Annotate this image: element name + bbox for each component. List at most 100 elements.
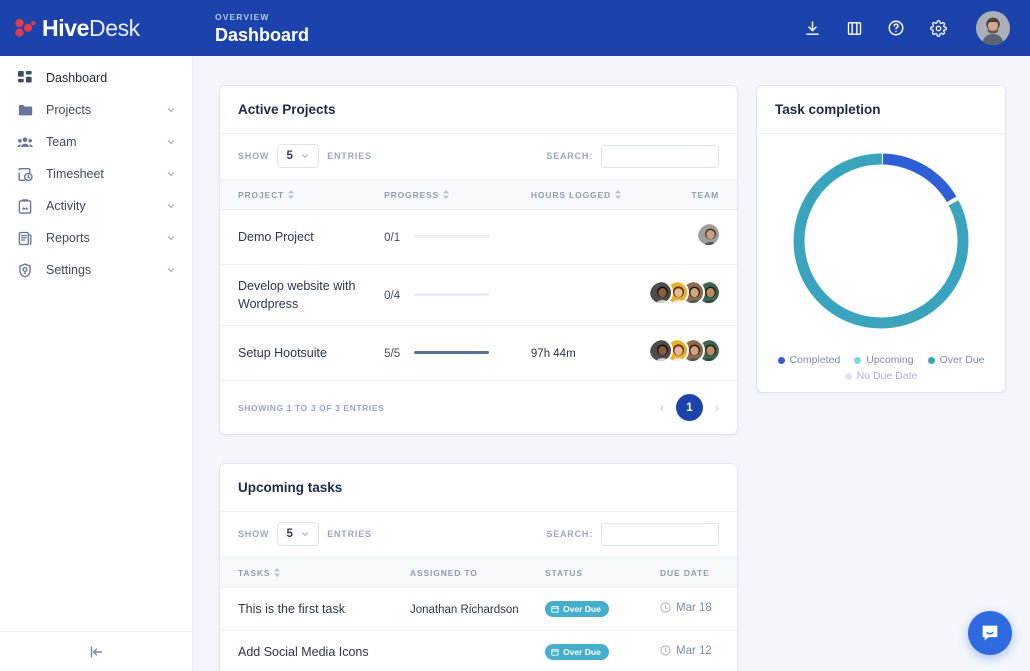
table-row[interactable]: Develop website with Wordpress 0/4 — [220, 264, 737, 326]
sidebar-item-dashboard[interactable]: Dashboard — [0, 62, 192, 94]
sidebar-item-team[interactable]: Team — [0, 126, 192, 158]
team-avatars[interactable] — [648, 209, 737, 265]
sidebar-item-label: Team — [46, 135, 77, 149]
col-hours-logged[interactable]: HOURS LOGGED — [530, 179, 648, 210]
search-input[interactable] — [601, 144, 719, 168]
team-avatars[interactable] — [648, 325, 737, 381]
donut-chart — [757, 134, 1005, 346]
main-content: Active Projects SHOW 5 ENTRIES SEARCH: P… — [193, 56, 1030, 671]
col-tasks[interactable]: TASKS — [220, 557, 410, 588]
entries-summary: SHOWING 1 TO 3 OF 3 ENTRIES — [238, 402, 385, 413]
table-head: TASKS ASSIGNED TO STATUS DUE DATE — [220, 557, 737, 588]
active-projects-toolbar: SHOW 5 ENTRIES SEARCH: — [220, 134, 737, 179]
page-title: Dashboard — [215, 24, 310, 45]
table-header-row: PROJECT PROGRESS HOURS LOGGED TEAM — [220, 179, 737, 210]
col-label: STATUS — [545, 567, 583, 578]
legend-item-no-due-date[interactable]: No Due Date — [771, 370, 991, 382]
progress-fraction: 0/1 — [384, 232, 401, 244]
sidebar-item-timesheet[interactable]: Timesheet — [0, 158, 192, 190]
clock-card-icon — [16, 167, 34, 182]
table-row[interactable]: Setup Hootsuite 5/5 97h 44m — [220, 325, 737, 381]
sidebar-item-activity[interactable]: Activity — [0, 190, 192, 222]
active-projects-header: Active Projects — [220, 86, 737, 134]
sidebar-item-projects[interactable]: Projects — [0, 94, 192, 126]
chat-launcher-button[interactable] — [968, 611, 1012, 655]
hive-dots-icon — [14, 18, 36, 38]
brand-logo[interactable]: HiveDesk — [0, 0, 193, 56]
next-page-button[interactable]: › — [715, 401, 719, 415]
col-label: PROGRESS — [384, 189, 440, 200]
collapse-sidebar-button[interactable] — [0, 631, 192, 671]
col-label: TEAM — [691, 189, 719, 200]
show-label: SHOW — [238, 151, 270, 161]
table-row[interactable]: This is the first task Jonathan Richards… — [220, 587, 737, 631]
due-date: Mar 12 — [660, 645, 712, 657]
legend-dot — [844, 372, 852, 380]
chevron-down-icon — [167, 268, 175, 273]
col-project[interactable]: PROJECT — [220, 179, 385, 210]
people-icon — [16, 135, 34, 149]
chat-bubble-icon — [982, 625, 998, 641]
page-number-1[interactable]: 1 — [676, 394, 703, 421]
active-projects-footer: SHOWING 1 TO 3 OF 3 ENTRIES ‹ 1 › — [220, 381, 737, 434]
avatar — [648, 338, 673, 363]
status-badge: Over Due — [545, 601, 609, 617]
status-label: Over Due — [563, 647, 601, 657]
sidebar-item-label: Settings — [46, 263, 92, 277]
sidebar-item-label: Dashboard — [46, 71, 108, 85]
legend-item-over-due[interactable]: Over Due — [927, 354, 985, 366]
entries-label: ENTRIES — [327, 151, 372, 161]
help-circle-icon[interactable] — [886, 18, 906, 38]
guide-book-icon[interactable] — [844, 18, 864, 38]
due-date-label: Mar 12 — [676, 644, 712, 657]
sort-icon — [443, 190, 450, 199]
prev-page-button[interactable]: ‹ — [660, 401, 664, 415]
col-progress[interactable]: PROGRESS — [384, 179, 531, 210]
table-head: PROJECT PROGRESS HOURS LOGGED TEAM — [220, 179, 737, 210]
sidebar-item-settings[interactable]: Settings — [0, 254, 192, 286]
search-area: SEARCH: — [546, 522, 719, 546]
page-size-select[interactable]: 5 — [277, 522, 320, 546]
legend-item-completed[interactable]: Completed — [777, 354, 841, 366]
image-board-icon — [16, 198, 34, 214]
pagination: ‹ 1 › — [660, 394, 719, 421]
sidebar-item-label: Activity — [46, 199, 86, 213]
search-input[interactable] — [601, 522, 719, 546]
task-name: This is the first task — [238, 602, 345, 616]
sort-icon — [274, 568, 281, 577]
sidebar-item-reports[interactable]: Reports — [0, 222, 192, 254]
project-name: Develop website with Wordpress — [238, 279, 356, 311]
legend-label: Completed — [789, 354, 841, 366]
task-completion-card: Task completion Completed Upcoming Over … — [757, 86, 1005, 392]
entries-label: ENTRIES — [327, 529, 372, 539]
right-column: Task completion Completed Upcoming Over … — [757, 86, 1005, 392]
breadcrumb: OVERVIEW — [215, 11, 270, 22]
top-actions — [802, 11, 1030, 45]
sort-icon — [615, 190, 621, 199]
gear-icon[interactable] — [928, 18, 948, 38]
page-size-select[interactable]: 5 — [277, 144, 320, 168]
collapse-sidebar-icon — [90, 645, 103, 658]
chevron-down-icon — [167, 140, 175, 145]
chevron-down-icon — [167, 204, 175, 209]
chevron-down-icon — [167, 236, 175, 241]
legend-label: Over Due — [939, 354, 985, 366]
chart-legend: Completed Upcoming Over Due No Due Date — [757, 346, 1005, 392]
col-assigned-to: ASSIGNED TO — [410, 557, 545, 588]
sort-icon — [288, 190, 295, 199]
team-avatars[interactable] — [648, 264, 737, 326]
page-heading: OVERVIEW Dashboard — [193, 11, 309, 46]
donut-chart-svg — [793, 153, 969, 329]
active-projects-card: Active Projects SHOW 5 ENTRIES SEARCH: P… — [220, 86, 737, 434]
due-date-label: Mar 18 — [676, 601, 712, 614]
table-row[interactable]: Add Social Media Icons Over Due Mar 12 — [220, 630, 737, 671]
task-name: Add Social Media Icons — [238, 645, 369, 659]
card-title: Upcoming tasks — [238, 480, 343, 495]
sidebar-item-label: Projects — [46, 103, 92, 117]
download-icon[interactable] — [802, 18, 822, 38]
table-row[interactable]: Demo Project 0/1 — [220, 209, 737, 265]
project-name: Setup Hootsuite — [238, 346, 327, 360]
legend-item-upcoming[interactable]: Upcoming — [854, 354, 914, 366]
avatar[interactable] — [976, 11, 1010, 45]
clock-icon — [660, 645, 671, 656]
